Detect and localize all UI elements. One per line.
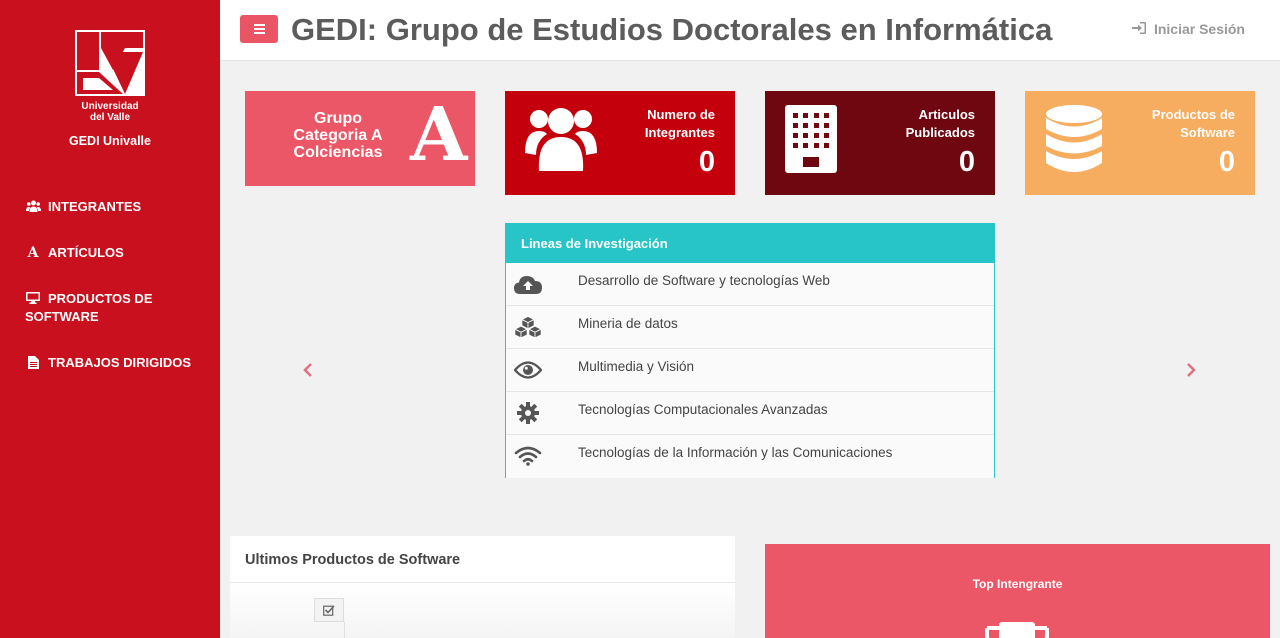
stat-label: Grupo Categoria A Colciencias <box>293 110 383 161</box>
login-link[interactable]: Iniciar Sesión <box>1131 21 1245 37</box>
cloud-upload-icon <box>514 271 542 297</box>
wifi-icon <box>514 443 542 469</box>
logo-text-line2: del Valle <box>89 112 131 123</box>
stat-label-line: Categoria A <box>293 127 383 144</box>
list-item[interactable]: Desarrollo de Software y tecnologías Web <box>506 263 994 306</box>
list-item[interactable]: Tecnologías Computacionales Avanzadas <box>506 392 994 435</box>
users-icon <box>525 103 597 178</box>
list-item-label: Mineria de datos <box>578 316 678 331</box>
stat-label: Numero de Integrantes <box>645 106 715 142</box>
stat-label-line: Integrantes <box>644 125 715 140</box>
stat-label: Productos de Software <box>1152 106 1235 142</box>
page-title: GEDI: Grupo de Estudios Doctorales en In… <box>291 12 1053 47</box>
sidebar-item-label: TRABAJOS DIRIGIDOS <box>48 355 192 370</box>
check-square-icon <box>323 604 335 616</box>
research-lines-panel: Lineas de Investigación Desarrollo de So… <box>505 223 995 478</box>
sidebar-item-label: PRODUCTOS DE <box>48 291 153 306</box>
list-item-label: Desarrollo de Software y tecnologías Web <box>578 273 830 288</box>
gear-icon <box>514 400 542 426</box>
panel-title: Lineas de Investigación <box>506 224 994 263</box>
carousel-next-button[interactable] <box>1181 360 1201 380</box>
stat-box-categoria: Grupo Categoria A Colciencias A <box>245 91 475 186</box>
sidebar-item-label: ARTÍCULOS <box>48 245 124 260</box>
logo-text-line1: Universidad <box>81 101 139 112</box>
database-icon <box>1045 105 1103 178</box>
products-list <box>230 584 735 638</box>
category-letter: A <box>410 92 468 178</box>
stat-label-line: Publicados <box>905 125 975 140</box>
sidebar-item-integrantes[interactable]: INTEGRANTES <box>0 198 220 244</box>
list-item-label: Multimedia y Visión <box>578 359 695 374</box>
font-icon: A <box>27 245 39 261</box>
building-icon <box>785 105 837 178</box>
carousel-prev-button[interactable] <box>298 360 318 380</box>
users-icon <box>25 198 41 212</box>
stat-label-line: Productos de <box>1151 107 1235 122</box>
stat-label: Articulos Publicados <box>906 106 975 142</box>
sidebar: Universidad del Valle GEDI Univalle INTE… <box>0 0 220 638</box>
top-header: GEDI: Grupo de Estudios Doctorales en In… <box>220 0 1280 61</box>
panel-title: Ultimos Productos de Software <box>230 536 735 583</box>
stat-label-line: Colciencias <box>293 144 383 161</box>
desktop-icon <box>25 290 41 308</box>
trophy-icon <box>985 622 1049 638</box>
stat-label-line: Software <box>1180 125 1235 140</box>
sidebar-item-label: INTEGRANTES <box>48 199 142 214</box>
univalle-logo[interactable]: Universidad del Valle GEDI Univalle <box>0 30 220 148</box>
stat-value: 0 <box>1218 146 1235 178</box>
list-item[interactable]: Mineria de datos <box>506 306 994 349</box>
list-item-label: Tecnologías Computacionales Avanzadas <box>578 402 828 417</box>
sidebar-nav: INTEGRANTES A ARTÍCULOS PRODUCTOS DE SOF… <box>0 198 220 400</box>
timeline-line <box>344 622 345 638</box>
group-name: GEDI Univalle <box>69 134 151 148</box>
list-item[interactable]: Multimedia y Visión <box>506 349 994 392</box>
stat-label-line: Articulos <box>918 107 975 122</box>
stat-box-productos[interactable]: Productos de Software 0 <box>1025 91 1255 195</box>
hamburger-icon-line <box>253 32 265 34</box>
stat-label-line: Grupo <box>314 110 362 127</box>
eye-icon <box>514 357 542 383</box>
sidebar-item-label-line2: SOFTWARE <box>25 309 99 324</box>
hamburger-icon-line <box>253 28 265 30</box>
chevron-right-icon <box>1187 363 1196 377</box>
sidebar-item-productos-software[interactable]: PRODUCTOS DE SOFTWARE <box>0 290 220 354</box>
cubes-icon <box>514 314 542 340</box>
menu-toggle-button[interactable] <box>240 15 278 43</box>
top-member-panel: Top Intengrante <box>765 544 1270 638</box>
sign-in-icon <box>1131 21 1146 37</box>
stat-label-line: Numero de <box>647 107 715 122</box>
stat-box-articulos[interactable]: Articulos Publicados 0 <box>765 91 995 195</box>
chevron-left-icon <box>303 363 312 377</box>
stat-value: 0 <box>958 146 975 178</box>
list-item-label: Tecnologías de la Información y las Comu… <box>578 445 893 460</box>
stat-value: 0 <box>698 146 715 178</box>
latest-products-panel: Ultimos Productos de Software <box>230 536 735 638</box>
univalle-logo-mark <box>75 30 145 96</box>
check-square-button[interactable] <box>314 598 344 622</box>
login-label: Iniciar Sesión <box>1153 21 1245 37</box>
hamburger-icon <box>253 24 265 26</box>
stat-box-integrantes[interactable]: Numero de Integrantes 0 <box>505 91 735 195</box>
sidebar-item-articulos[interactable]: A ARTÍCULOS <box>0 244 220 290</box>
sidebar-item-trabajos-dirigidos[interactable]: TRABAJOS DIRIGIDOS <box>0 354 220 400</box>
file-icon <box>25 354 41 369</box>
list-item[interactable]: Tecnologías de la Información y las Comu… <box>506 435 994 478</box>
panel-title: Top Intengrante <box>972 577 1063 591</box>
